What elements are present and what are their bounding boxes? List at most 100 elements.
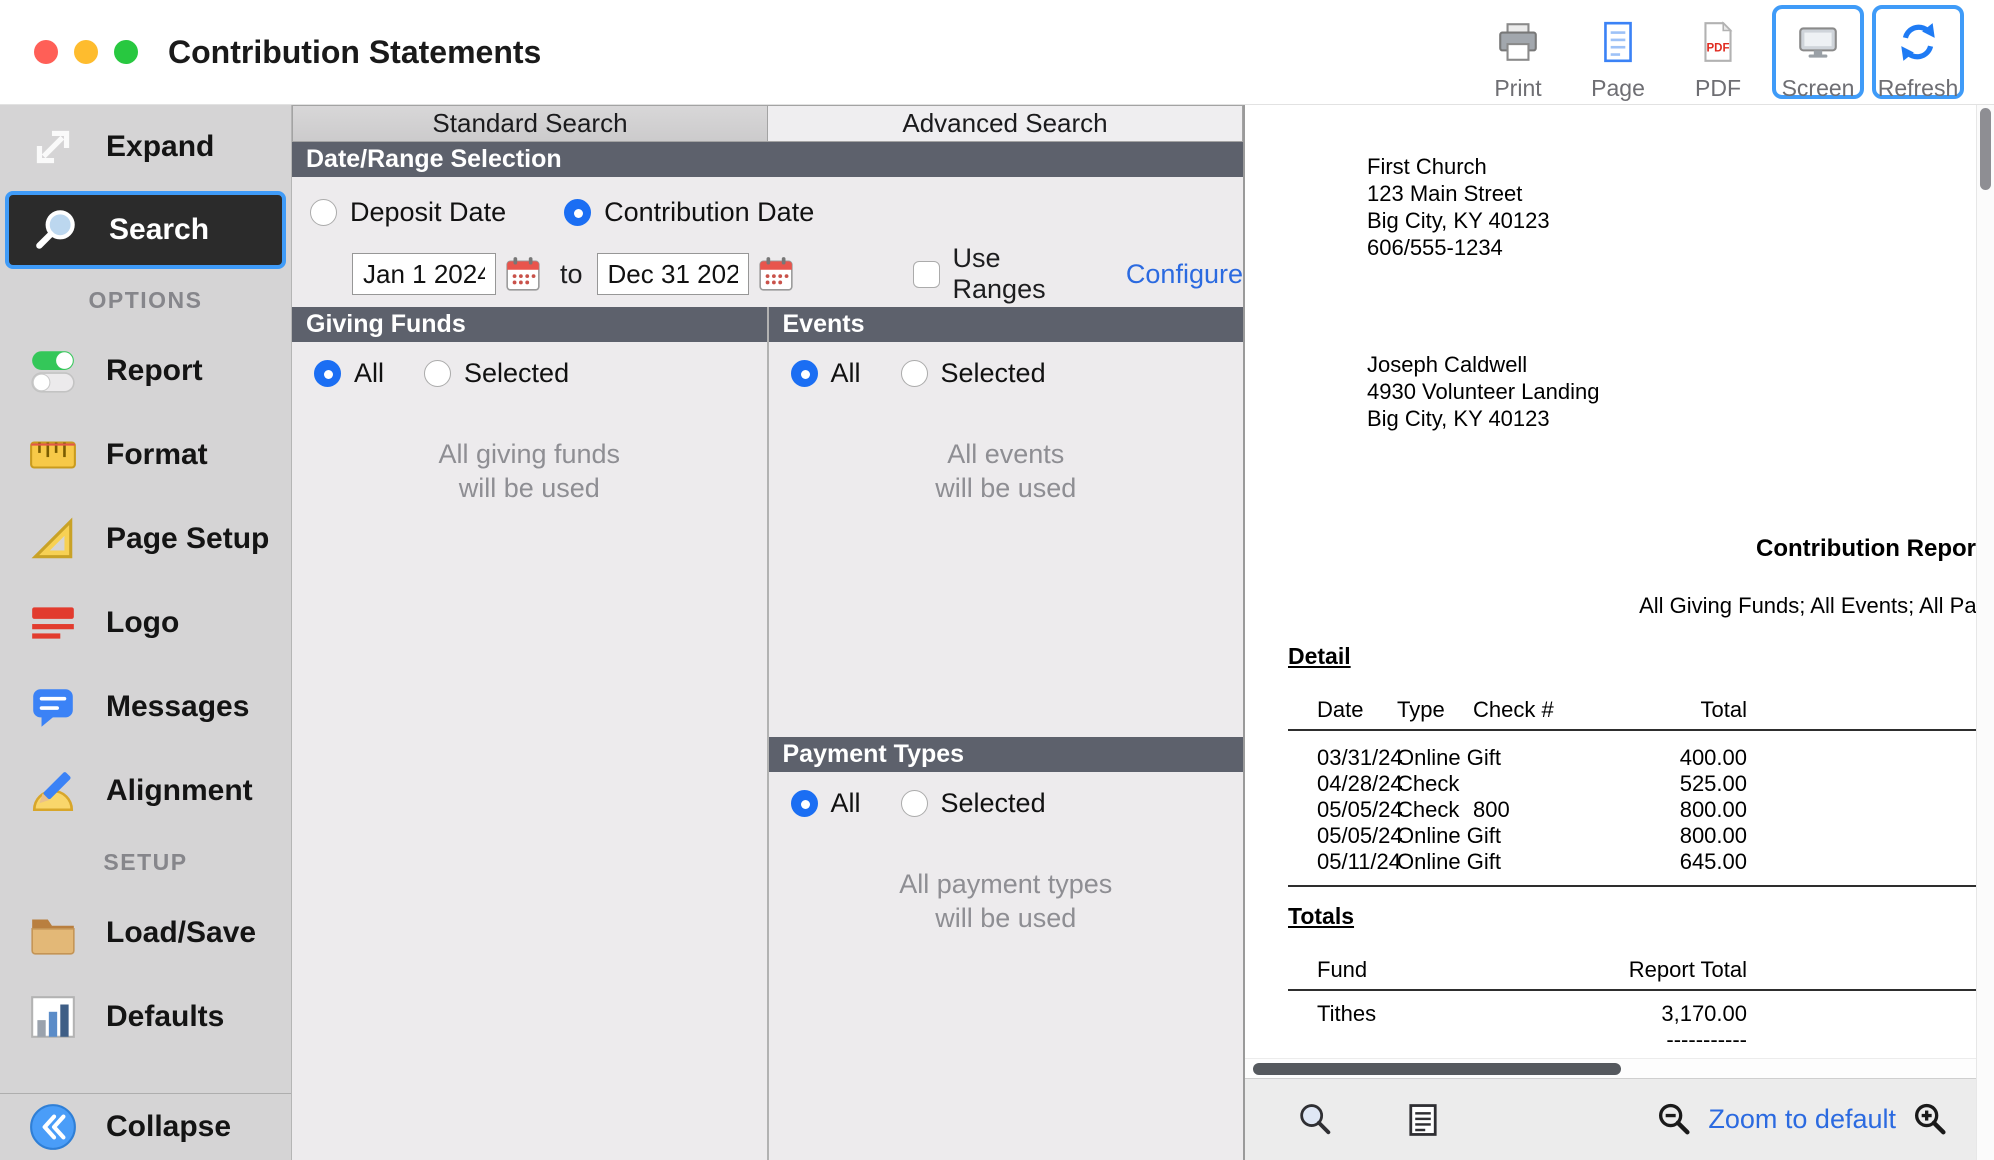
report-viewport[interactable]: First Church 123 Main Street Big City, K… bbox=[1245, 105, 1976, 1058]
giving-funds-all-radio[interactable] bbox=[314, 360, 341, 387]
giving-funds-note: All giving funds will be used bbox=[292, 437, 767, 505]
screen-icon bbox=[1795, 19, 1841, 70]
tab-advanced-search[interactable]: Advanced Search bbox=[768, 105, 1243, 142]
donor-address-block: Joseph Caldwell 4930 Volunteer Landing B… bbox=[1367, 351, 1599, 432]
page-label: Page bbox=[1591, 75, 1645, 102]
horizontal-scrollbar[interactable] bbox=[1245, 1058, 1976, 1078]
magnifier-icon bbox=[1295, 1100, 1335, 1140]
events-selected-radio[interactable] bbox=[901, 360, 928, 387]
totals-col-report-total: Report Total bbox=[1547, 957, 1747, 983]
events-all-option[interactable]: All bbox=[791, 358, 861, 389]
giving-funds-all-option[interactable]: All bbox=[314, 358, 384, 389]
minimize-window-button[interactable] bbox=[74, 40, 98, 64]
preview-magnifier-button[interactable] bbox=[1293, 1098, 1337, 1142]
totals-row: Tithes 3,170.00 bbox=[1245, 1001, 1976, 1027]
report-document: First Church 123 Main Street Big City, K… bbox=[1245, 105, 1976, 1058]
horizontal-scrollbar-thumb[interactable] bbox=[1253, 1063, 1621, 1075]
sidebar-messages-label: Messages bbox=[106, 690, 249, 724]
folder-icon bbox=[26, 906, 80, 960]
events-all-label: All bbox=[831, 358, 861, 389]
printer-icon bbox=[1495, 19, 1541, 70]
payment-types-selected-radio[interactable] bbox=[901, 790, 928, 817]
totals-section-label: Totals bbox=[1288, 903, 1354, 930]
sidebar-item-format[interactable]: Format bbox=[0, 413, 291, 497]
toggles-icon bbox=[26, 344, 80, 398]
preview-notes-button[interactable] bbox=[1401, 1098, 1445, 1142]
pdf-button[interactable]: PDF PDF bbox=[1672, 5, 1764, 99]
main-content: Expand Search OPTIONS bbox=[0, 105, 1994, 1160]
sidebar-item-messages[interactable]: Messages bbox=[0, 665, 291, 749]
zoom-in-button[interactable] bbox=[1908, 1098, 1952, 1142]
detail-col-total: Total bbox=[1575, 697, 1747, 723]
use-ranges-label: Use Ranges bbox=[953, 243, 1064, 305]
from-date-input[interactable] bbox=[352, 253, 496, 295]
events-note: All events will be used bbox=[769, 437, 1244, 505]
sidebar-report-label: Report bbox=[106, 354, 203, 388]
payment-types-note: All payment types will be used bbox=[769, 867, 1244, 935]
deposit-date-label: Deposit Date bbox=[350, 197, 506, 228]
collapse-chevrons-icon bbox=[26, 1100, 80, 1154]
giving-funds-selected-option[interactable]: Selected bbox=[424, 358, 569, 389]
sidebar-item-defaults[interactable]: Defaults bbox=[0, 975, 291, 1059]
pdf-icon: PDF bbox=[1695, 19, 1741, 70]
detail-col-date: Date bbox=[1317, 697, 1363, 723]
payment-types-section-header: Payment Types bbox=[769, 737, 1244, 772]
sidebar: Expand Search OPTIONS bbox=[0, 105, 292, 1160]
zoom-to-default-link[interactable]: Zoom to default bbox=[1708, 1104, 1896, 1135]
configure-link[interactable]: Configure bbox=[1126, 259, 1243, 290]
logo-lines-icon bbox=[26, 596, 80, 650]
sidebar-item-expand[interactable]: Expand bbox=[0, 105, 291, 189]
close-window-button[interactable] bbox=[34, 40, 58, 64]
events-all-radio[interactable] bbox=[791, 360, 818, 387]
filter-columns: Giving Funds All Selected bbox=[292, 307, 1243, 1160]
sidebar-item-collapse[interactable]: Collapse bbox=[0, 1094, 291, 1160]
church-street: 123 Main Street bbox=[1367, 180, 1550, 207]
use-ranges-checkbox[interactable] bbox=[913, 261, 940, 288]
sidebar-item-report[interactable]: Report bbox=[0, 329, 291, 413]
to-date-calendar-button[interactable] bbox=[757, 254, 795, 294]
totals-header-rule bbox=[1288, 989, 1976, 991]
donor-city: Big City, KY 40123 bbox=[1367, 405, 1599, 432]
deposit-date-radio[interactable] bbox=[310, 199, 337, 226]
print-label: Print bbox=[1494, 75, 1541, 102]
from-date-calendar-button[interactable] bbox=[504, 254, 542, 294]
contribution-date-radio[interactable] bbox=[564, 199, 591, 226]
search-panel: Standard Search Advanced Search Date/Ran… bbox=[292, 105, 1245, 1160]
zoom-window-button[interactable] bbox=[114, 40, 138, 64]
set-square-icon bbox=[26, 512, 80, 566]
contribution-date-option[interactable]: Contribution Date bbox=[564, 197, 814, 228]
magnifier-icon bbox=[29, 203, 83, 257]
sidebar-item-search[interactable]: Search bbox=[5, 191, 286, 269]
donor-name: Joseph Caldwell bbox=[1367, 351, 1599, 378]
events-selected-option[interactable]: Selected bbox=[901, 358, 1046, 389]
sidebar-defaults-label: Defaults bbox=[106, 1000, 224, 1034]
payment-types-all-option[interactable]: All bbox=[791, 788, 861, 819]
giving-funds-selected-radio[interactable] bbox=[424, 360, 451, 387]
vertical-scrollbar-thumb[interactable] bbox=[1980, 108, 1991, 190]
totals-header-row: Fund Report Total bbox=[1245, 957, 1976, 983]
chat-bubble-icon bbox=[26, 680, 80, 734]
giving-funds-selected-label: Selected bbox=[464, 358, 569, 389]
zoom-out-button[interactable] bbox=[1652, 1098, 1696, 1142]
to-date-input[interactable] bbox=[597, 253, 749, 295]
refresh-button[interactable]: Refresh bbox=[1872, 5, 1964, 99]
payment-types-selected-option[interactable]: Selected bbox=[901, 788, 1046, 819]
sidebar-item-load-save[interactable]: Load/Save bbox=[0, 891, 291, 975]
tab-standard-search[interactable]: Standard Search bbox=[292, 105, 768, 142]
payment-types-all-radio[interactable] bbox=[791, 790, 818, 817]
sidebar-alignment-label: Alignment bbox=[106, 774, 253, 808]
sidebar-item-alignment[interactable]: Alignment bbox=[0, 749, 291, 833]
detail-row: 03/31/24 Online Gift 400.00 bbox=[1245, 745, 1976, 771]
detail-row: 04/28/24 Check 525.00 bbox=[1245, 771, 1976, 797]
page-button[interactable]: Page bbox=[1572, 5, 1664, 99]
deposit-date-option[interactable]: Deposit Date bbox=[310, 197, 506, 228]
sidebar-item-logo[interactable]: Logo bbox=[0, 581, 291, 665]
pdf-label: PDF bbox=[1695, 75, 1741, 102]
sidebar-search-label: Search bbox=[109, 213, 209, 247]
vertical-scrollbar[interactable] bbox=[1976, 105, 1994, 1160]
sidebar-item-page-setup[interactable]: Page Setup bbox=[0, 497, 291, 581]
app-window: Contribution Statements Print bbox=[0, 0, 1994, 1160]
screen-button[interactable]: Screen bbox=[1772, 5, 1864, 99]
print-button[interactable]: Print bbox=[1472, 5, 1564, 99]
calendar-icon bbox=[504, 255, 542, 293]
